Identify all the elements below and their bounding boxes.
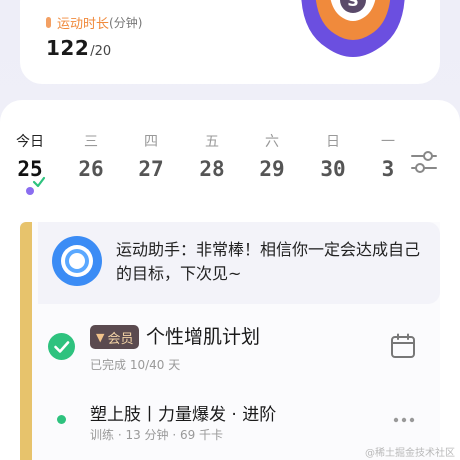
day-weekday: 一 bbox=[381, 134, 395, 150]
member-tag: ▼ 会员 bbox=[90, 325, 140, 349]
day-item[interactable]: 六 29 bbox=[252, 132, 292, 181]
day-weekday: 五 bbox=[205, 134, 219, 150]
assistant-avatar-icon bbox=[52, 236, 102, 286]
metric-dot bbox=[46, 17, 51, 28]
metric-value: 122 /20 bbox=[46, 36, 111, 60]
week-strip: 今日 25 三 26 四 27 五 28 六 29 日 30 一 3 bbox=[0, 132, 400, 202]
metric-label-text: 运动时长 bbox=[57, 17, 110, 32]
metric-current: 122 bbox=[46, 36, 90, 60]
day-item[interactable]: 一 3 bbox=[368, 132, 408, 181]
metric-label: 运动时长 (分钟) bbox=[46, 13, 142, 32]
workout-status-dot bbox=[57, 415, 66, 424]
day-date: 3 bbox=[381, 157, 395, 181]
day-item[interactable]: 日 30 bbox=[313, 132, 353, 181]
day-date: 27 bbox=[138, 157, 164, 181]
plan-progress: 已完成 10/40 天 bbox=[90, 358, 181, 372]
check-mini-icon bbox=[32, 176, 46, 188]
metric-goal: /20 bbox=[90, 44, 112, 59]
assistant-message: 运动助手：非常棒！相信你一定会达成自己的目标，下次见~ bbox=[116, 240, 421, 283]
watermark: @稀土掘金技术社区 bbox=[365, 448, 455, 459]
workout-title[interactable]: 塑上肢丨力量爆发 · 进阶 bbox=[90, 400, 276, 425]
member-heart-icon: ▼ bbox=[96, 330, 105, 344]
day-weekday: 三 bbox=[84, 134, 98, 150]
day-weekday: 四 bbox=[144, 134, 158, 150]
member-tag-label: 会员 bbox=[107, 331, 134, 347]
day-date: 28 bbox=[199, 157, 225, 181]
plan-title[interactable]: 个性增肌计划 bbox=[146, 322, 260, 349]
badge-letter: S bbox=[347, 0, 359, 10]
metric-unit: (分钟) bbox=[109, 16, 143, 30]
day-date: 29 bbox=[259, 157, 285, 181]
today-dot bbox=[26, 187, 34, 195]
plan-accent-bar bbox=[20, 222, 32, 460]
day-item[interactable]: 三 26 bbox=[71, 132, 111, 181]
check-circle-icon[interactable] bbox=[48, 333, 75, 360]
workout-meta: 训练 · 13 分钟 · 69 千卡 bbox=[90, 428, 224, 442]
day-weekday: 六 bbox=[265, 134, 279, 150]
day-date: 26 bbox=[78, 157, 104, 181]
medal-badge-icon[interactable]: S bbox=[297, 0, 409, 62]
day-item[interactable]: 四 27 bbox=[131, 132, 171, 181]
day-date: 30 bbox=[320, 157, 346, 181]
filter-sliders-icon[interactable] bbox=[408, 147, 440, 177]
day-weekday: 今日 bbox=[16, 134, 44, 150]
day-today[interactable]: 今日 25 bbox=[10, 132, 50, 181]
day-weekday: 日 bbox=[326, 134, 340, 150]
assistant-card[interactable]: 运动助手：非常棒！相信你一定会达成自己的目标，下次见~ bbox=[38, 222, 440, 304]
more-dots-icon[interactable] bbox=[392, 410, 416, 430]
calendar-icon[interactable] bbox=[390, 333, 416, 359]
day-item[interactable]: 五 28 bbox=[192, 132, 232, 181]
